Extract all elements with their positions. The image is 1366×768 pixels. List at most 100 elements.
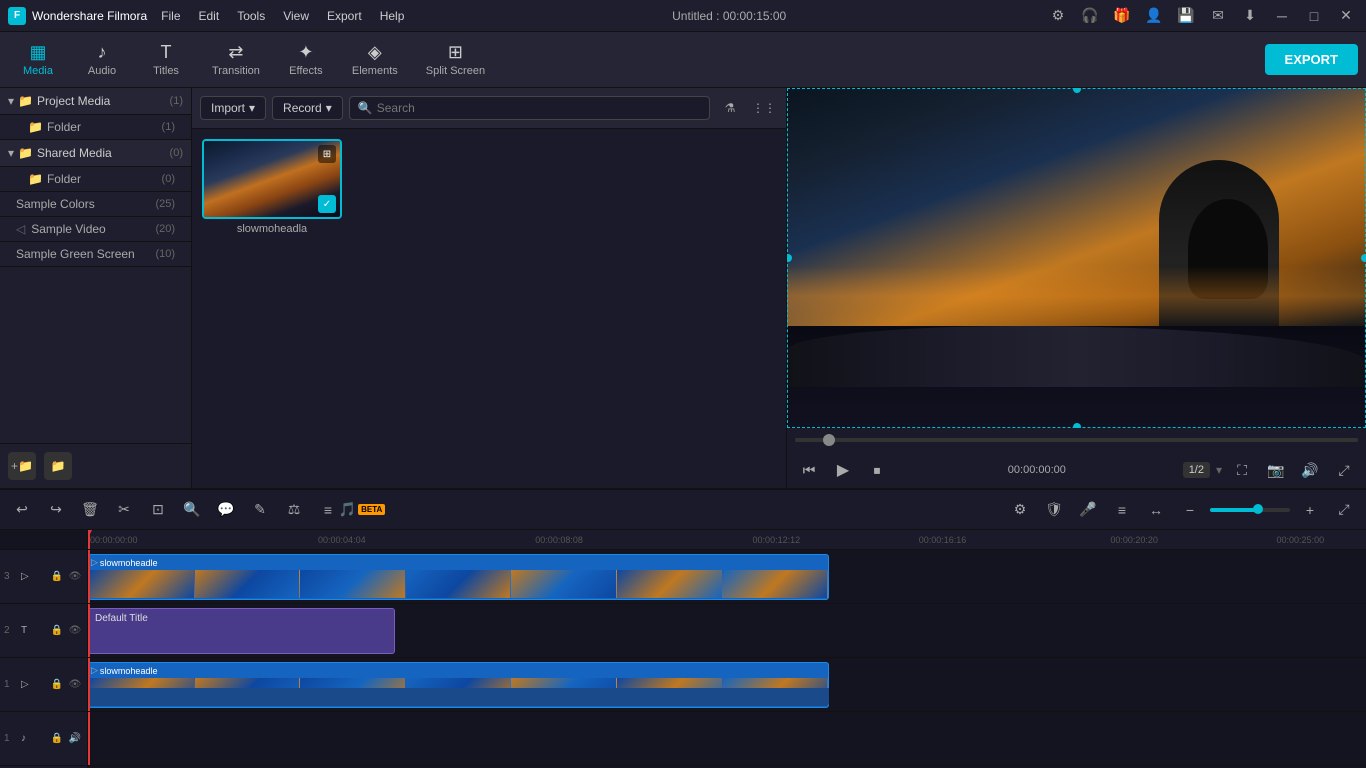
crop-button[interactable]: ⊡ [144, 496, 172, 524]
sample-green-screen-item[interactable]: Sample Green Screen (10) [0, 242, 191, 267]
preview-scrubber[interactable] [787, 428, 1366, 452]
maximize-button[interactable]: □ [1302, 4, 1326, 28]
volume-button[interactable]: 🔊 [1296, 456, 1324, 484]
clip-label-track1: slowmoheadle [100, 666, 158, 676]
more-options-button[interactable]: ⋮⋮ [750, 94, 778, 122]
snapshot-button[interactable]: 📷 [1262, 456, 1290, 484]
toolbar-effects[interactable]: ✦ Effects [276, 38, 336, 81]
transition-icon: ⇄ [228, 42, 243, 63]
full-timeline-button[interactable]: ⤢ [1330, 496, 1358, 524]
titlebar-right: ⚙ 🎧 🎁 👤 💾 ✉ ⬇ ─ □ ✕ [1046, 4, 1358, 28]
delete-button[interactable]: 🗑 [76, 496, 104, 524]
lock-button[interactable]: 🔒 [49, 731, 65, 747]
settings-icon[interactable]: ⚙ [1046, 4, 1070, 28]
sample-colors-item[interactable]: Sample Colors (25) [0, 192, 191, 217]
left-panel: ▾ 📁 Project Media (1) 📁 Folder (1) ▾ 📁 S… [0, 88, 192, 488]
track-settings-button[interactable]: ⚙ [1006, 496, 1034, 524]
audio-button[interactable]: 🎵 BETA [348, 496, 376, 524]
ruler-mark-3: 00:00:12:12 [753, 535, 801, 545]
skip-back-button[interactable]: ⏮ [795, 456, 823, 484]
lock-button[interactable]: 🔒 [49, 677, 65, 693]
menu-edit[interactable]: Edit [191, 7, 228, 25]
add-folder-button[interactable]: +📁 [8, 452, 36, 480]
selected-check: ✓ [318, 195, 336, 213]
fullscreen-preview-button[interactable]: ⛶ [1228, 456, 1256, 484]
zoom-slider[interactable] [1210, 508, 1290, 512]
mail-icon[interactable]: ✉ [1206, 4, 1230, 28]
app-name: Wondershare Filmora [32, 9, 147, 23]
toolbar-elements[interactable]: ◈ Elements [340, 38, 410, 81]
toolbar-titles[interactable]: T Titles [136, 38, 196, 81]
record-label: Record [283, 101, 322, 115]
fit-button[interactable]: ↔ [1142, 496, 1170, 524]
eye-button[interactable]: 👁 [67, 623, 83, 639]
menu-file[interactable]: File [153, 7, 188, 25]
lock-button[interactable]: 🔒 [49, 569, 65, 585]
audio-track-lane[interactable] [88, 712, 1366, 766]
toolbar-media[interactable]: ▦ Media [8, 38, 68, 81]
import-dropdown[interactable]: Import ▾ [200, 96, 266, 120]
page-indicator[interactable]: 1/2 [1183, 462, 1210, 478]
zoom-track[interactable] [1210, 508, 1290, 512]
align-button[interactable]: ≡ [1108, 496, 1136, 524]
track-2-lane[interactable]: Default Title [88, 604, 1366, 658]
record-dropdown[interactable]: Record ▾ [272, 96, 343, 120]
zoom-thumb[interactable] [1253, 504, 1263, 514]
undo-button[interactable]: ↩ [8, 496, 36, 524]
zoom-to-fit-button[interactable]: 🔍 [178, 496, 206, 524]
redo-button[interactable]: ↪ [42, 496, 70, 524]
volume-icon[interactable]: 🔊 [67, 731, 83, 747]
project-media-count: (1) [170, 95, 183, 107]
save-icon[interactable]: 💾 [1174, 4, 1198, 28]
shared-media-header[interactable]: ▾ 📁 Shared Media (0) [0, 140, 191, 167]
track-1-lane[interactable]: ▷ slowmoheadle [88, 658, 1366, 712]
eye-button[interactable]: 👁 [67, 677, 83, 693]
chevron-down-icon[interactable]: ▾ [1216, 463, 1222, 477]
sample-green-screen-count: (10) [155, 248, 175, 260]
title-display: Untitled : 00:00:15:00 [672, 9, 786, 23]
project-media-folder[interactable]: 📁 Folder (1) [0, 115, 191, 140]
menu-view[interactable]: View [275, 7, 317, 25]
media-item-slowmoheadla[interactable]: ⊞ ✓ slowmoheadla [202, 139, 342, 235]
filter-button[interactable]: ⚗ [716, 94, 744, 122]
play-button[interactable]: ▶ [829, 456, 857, 484]
track-3-lane[interactable]: ▷ slowmoheadle [88, 550, 1366, 604]
scrubber-thumb[interactable] [823, 434, 835, 446]
scrubber-track[interactable] [795, 438, 1358, 442]
toolbar-transition[interactable]: ⇄ Transition [200, 38, 272, 81]
sample-video-item[interactable]: ◁ Sample Video (20) [0, 217, 191, 242]
grid-icon: ⊞ [318, 145, 336, 163]
edit-button[interactable]: ✎ [246, 496, 274, 524]
export-button[interactable]: EXPORT [1265, 44, 1358, 75]
zoom-in-button[interactable]: + [1296, 496, 1324, 524]
menu-export[interactable]: Export [319, 7, 370, 25]
zoom-out-button[interactable]: − [1176, 496, 1204, 524]
track-3-number: 3 [4, 571, 18, 582]
gift-icon[interactable]: 🎁 [1110, 4, 1134, 28]
balance-button[interactable]: ⚖ [280, 496, 308, 524]
headphone-icon[interactable]: 🎧 [1078, 4, 1102, 28]
toolbar-audio[interactable]: ♪ Audio [72, 38, 132, 81]
comment-button[interactable]: 💬 [212, 496, 240, 524]
thumbnail[interactable]: ⊞ ✓ [202, 139, 342, 219]
minimize-button[interactable]: ─ [1270, 4, 1294, 28]
menu-tools[interactable]: Tools [229, 7, 273, 25]
cut-button[interactable]: ✂ [110, 496, 138, 524]
title-clip[interactable]: Default Title [88, 608, 395, 654]
video-clip-track3[interactable]: ▷ slowmoheadle [88, 554, 829, 600]
shield-button[interactable]: 🛡 [1040, 496, 1068, 524]
shared-media-folder[interactable]: 📁 Folder (0) [0, 167, 191, 192]
download-icon[interactable]: ⬇ [1238, 4, 1262, 28]
toolbar-split-screen[interactable]: ⊞ Split Screen [414, 38, 497, 81]
stop-button[interactable]: ⏹ [863, 456, 891, 484]
menu-help[interactable]: Help [372, 7, 413, 25]
lock-button[interactable]: 🔒 [49, 623, 65, 639]
search-input[interactable] [377, 101, 701, 115]
mic-button[interactable]: 🎤 [1074, 496, 1102, 524]
expand-button[interactable]: ⤢ [1330, 456, 1358, 484]
eye-button[interactable]: 👁 [67, 569, 83, 585]
person-icon[interactable]: 👤 [1142, 4, 1166, 28]
new-folder-button[interactable]: 📁 [44, 452, 72, 480]
close-button[interactable]: ✕ [1334, 4, 1358, 28]
project-media-header[interactable]: ▾ 📁 Project Media (1) [0, 88, 191, 115]
